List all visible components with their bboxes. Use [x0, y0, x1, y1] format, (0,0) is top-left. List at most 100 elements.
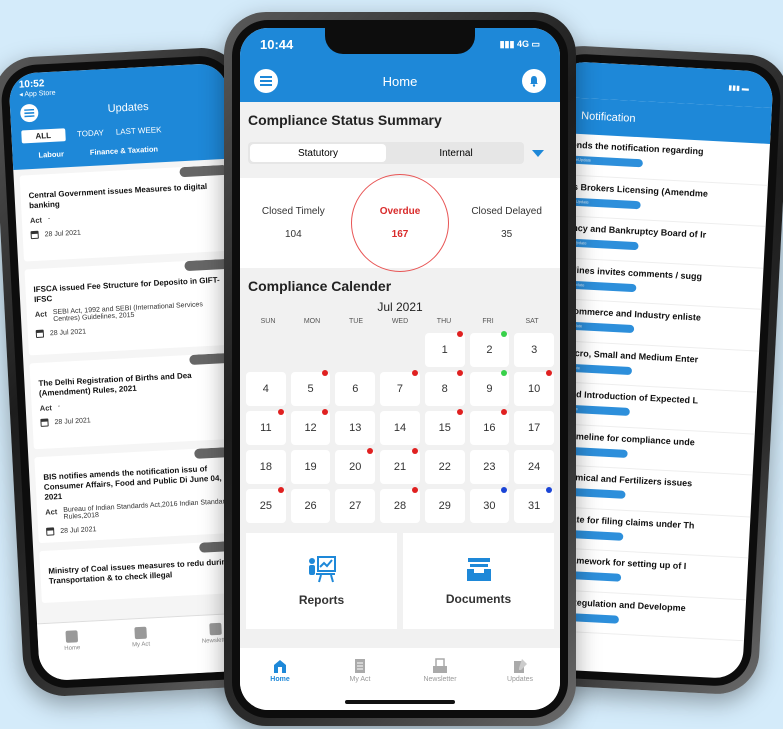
stat-closed-timely[interactable]: Closed Timely 104: [248, 206, 338, 240]
nav-my-act[interactable]: My Act: [131, 626, 152, 677]
notification-bell-icon[interactable]: [522, 69, 546, 93]
calendar-day[interactable]: 14: [380, 411, 420, 445]
calendar-day[interactable]: 26: [290, 489, 331, 523]
app-header: Home: [240, 60, 560, 102]
day-number: 28: [393, 500, 407, 512]
day-number: 19: [304, 461, 317, 473]
calendar-day[interactable]: 18: [246, 450, 286, 484]
calendar-day[interactable]: 6: [335, 372, 376, 406]
act-value: Bureau of Indian Standards Act,2016 Indi…: [63, 497, 233, 521]
center-phone-home: 10:44 ▮▮▮ 4G ▭ Home Compliance Status Su…: [224, 12, 576, 726]
tile-label: Reports: [298, 593, 345, 607]
day-number: 14: [393, 422, 407, 434]
list-item[interactable]: BIS notifies amends the notification iss…: [34, 446, 245, 544]
day-number: 29: [438, 500, 451, 512]
nav-updates[interactable]: Updates: [490, 658, 550, 710]
summary-title: Compliance Status Summary: [248, 112, 442, 128]
day-number: 3: [531, 344, 538, 356]
weekday-label: TUE: [349, 318, 363, 325]
day-number: 18: [259, 461, 272, 473]
list-item[interactable]: Ministry of Coal issues measures to redu…: [39, 540, 248, 604]
presentation-icon: [308, 556, 336, 583]
tab-labour[interactable]: Labour: [38, 149, 64, 159]
calendar-day[interactable]: 19: [290, 450, 331, 484]
calendar-day[interactable]: 24: [514, 450, 554, 484]
calendar-day[interactable]: 16: [469, 409, 510, 445]
calendar-day[interactable]: 3: [514, 333, 554, 367]
compliance-dot-red: [367, 448, 374, 454]
day-number: 6: [352, 383, 359, 395]
calendar-day[interactable]: 7: [380, 370, 420, 406]
calendar-day[interactable]: 12: [290, 409, 331, 445]
page-title: Home: [382, 73, 418, 89]
calendar-icon: [40, 418, 49, 427]
signal-indicator: ▮▮▮ 4G ▭: [499, 38, 540, 49]
calendar-day[interactable]: 25: [246, 487, 286, 523]
calendar-day[interactable]: 22: [424, 450, 465, 484]
newsletter-icon: [209, 622, 222, 636]
calendar-grid: 1 2 3 4 5 6 7 8 9 10 11 12 13 14 15 16 17 18 19 20 21 22 23 24 2…: [246, 331, 554, 523]
stat-label: Closed Delayed: [471, 206, 542, 217]
list-item[interactable]: The Delhi Registration of Births and Dea…: [29, 352, 240, 450]
tab-internal[interactable]: Internal: [388, 142, 524, 164]
compliance-dot-red: [322, 409, 329, 415]
tab-today[interactable]: TODAY: [77, 128, 104, 138]
stat-closed-delayed[interactable]: Closed Delayed 35: [462, 206, 552, 240]
calendar-day[interactable]: 23: [469, 450, 510, 484]
weekday-header: SUN MON TUE WED THU FRI SAT: [246, 318, 554, 325]
calendar-day[interactable]: 4: [246, 372, 286, 406]
nav-home[interactable]: Home: [63, 630, 82, 680]
nav-label: My Act: [349, 676, 371, 683]
calendar-day[interactable]: 11: [246, 409, 286, 445]
calendar-day[interactable]: 27: [335, 489, 376, 523]
calendar-day[interactable]: 13: [335, 411, 376, 445]
compliance-dot-red: [456, 370, 463, 376]
update-date: 28 Jul 2021: [54, 416, 91, 426]
calendar-day[interactable]: 29: [424, 489, 465, 523]
calendar-day[interactable]: 5: [290, 370, 331, 406]
calendar-day[interactable]: 2: [469, 331, 510, 367]
calendar-day[interactable]: 15: [424, 409, 465, 445]
calendar-day[interactable]: 10: [514, 370, 554, 406]
update-date: 28 Jul 2021: [49, 327, 87, 337]
home-icon: [274, 660, 286, 673]
day-number: 26: [304, 500, 317, 512]
tab-statutory[interactable]: Statutory: [250, 144, 386, 162]
weekday-label: THU: [436, 318, 452, 325]
tab-all[interactable]: ALL: [21, 128, 66, 144]
list-item[interactable]: IFSCA issued Fee Structure for Deposito …: [24, 258, 235, 356]
updates-screen: 10:52 ◂ App Store Updates ALL TODAY LAST…: [8, 62, 258, 682]
reports-tile[interactable]: Reports: [246, 533, 397, 629]
day-number: 13: [349, 422, 362, 434]
tab-last-week[interactable]: LAST WEEK: [116, 125, 162, 136]
calendar-day[interactable]: 21: [380, 448, 420, 484]
compliance-dot-green: [501, 331, 508, 337]
calendar-day[interactable]: 28: [380, 487, 420, 523]
update-title: BIS notifies amends the notification iss…: [43, 464, 222, 502]
date-filter-tabs: ALL TODAY LAST WEEK: [21, 120, 219, 144]
archive-tray-icon: [466, 558, 491, 581]
documents-tile[interactable]: Documents: [403, 533, 554, 629]
update-date: 28 Jul 2021: [60, 525, 97, 535]
nav-home[interactable]: Home: [250, 658, 310, 710]
book-icon: [355, 659, 365, 673]
list-item[interactable]: Central Government issues Measures to di…: [19, 164, 230, 262]
calendar-day[interactable]: 8: [424, 370, 465, 406]
updates-list: Central Government issues Measures to di…: [13, 159, 253, 604]
calendar-day[interactable]: 20: [335, 448, 376, 484]
calendar-day[interactable]: 30: [469, 487, 510, 523]
day-number: 20: [349, 461, 362, 473]
day-number: 31: [528, 500, 541, 512]
nav-label: Newsletter: [423, 676, 457, 683]
updates-icon: [514, 659, 527, 673]
calendar-day[interactable]: 31: [514, 487, 554, 523]
updates-header: 10:52 ◂ App Store Updates ALL TODAY LAST…: [8, 62, 231, 170]
menu-icon[interactable]: [254, 69, 278, 93]
tab-finance-taxation[interactable]: Finance & Taxation: [90, 144, 159, 157]
menu-icon[interactable]: [19, 103, 39, 123]
calendar-day[interactable]: 1: [424, 331, 465, 367]
calendar-day[interactable]: 17: [514, 411, 554, 445]
type-toggle: Statutory Internal: [248, 142, 552, 164]
calendar-day[interactable]: 9: [469, 370, 510, 406]
filter-icon[interactable]: [532, 149, 544, 157]
